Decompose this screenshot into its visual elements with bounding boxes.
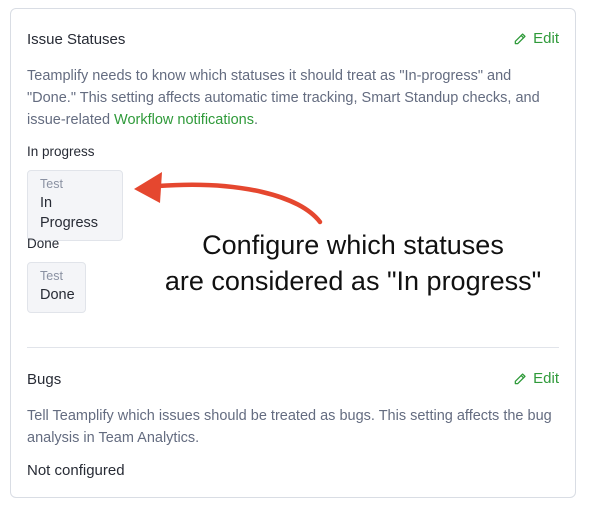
status-name: Done (40, 287, 75, 303)
in-progress-label: In progress (27, 144, 95, 159)
annotation-line-1: Configure which statuses (202, 230, 504, 260)
pencil-icon (513, 32, 527, 46)
edit-label: Edit (533, 30, 559, 47)
bugs-edit-button[interactable]: Edit (513, 370, 559, 387)
done-status-chip: Test Done (27, 262, 86, 313)
edit-label: Edit (533, 370, 559, 387)
done-label: Done (27, 236, 60, 251)
description-suffix: . (254, 112, 259, 128)
section-divider (27, 347, 559, 348)
status-project: Test (40, 177, 63, 191)
bugs-section: Bugs Edit Tell Teamplify which issues sh… (27, 349, 559, 489)
issue-statuses-title: Issue Statuses (27, 31, 126, 48)
annotation-line-2: are considered as "In progress" (164, 266, 542, 296)
in-progress-status-chip: Test In Progress (27, 170, 123, 241)
annotation-text: Configure which statuses are considered … (128, 227, 578, 299)
status-project: Test (40, 269, 63, 283)
bugs-description: Tell Teamplify which issues should be tr… (27, 408, 552, 446)
bugs-title: Bugs (27, 371, 62, 388)
bugs-value: Not configured (27, 462, 125, 479)
description-text: Teamplify needs to know which statuses i… (27, 68, 540, 128)
issue-statuses-description: Teamplify needs to know which statuses i… (27, 65, 559, 131)
workflow-notifications-link[interactable]: Workflow notifications (114, 112, 254, 128)
issue-statuses-edit-button[interactable]: Edit (513, 30, 559, 47)
pencil-icon (513, 372, 527, 386)
status-name: In Progress (40, 195, 99, 231)
